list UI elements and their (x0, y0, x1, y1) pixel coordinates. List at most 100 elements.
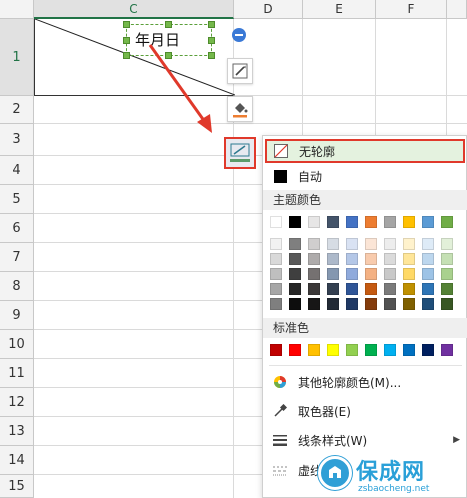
resize-handle[interactable] (208, 37, 215, 44)
theme-shade-swatch[interactable] (346, 268, 358, 280)
theme-shade-swatch[interactable] (384, 238, 396, 250)
theme-color-swatch[interactable] (270, 216, 282, 228)
theme-shade-swatch[interactable] (441, 238, 453, 250)
theme-shade-swatch[interactable] (441, 283, 453, 295)
theme-shade-swatch[interactable] (441, 298, 453, 310)
fill-button[interactable] (227, 96, 253, 122)
more-outline-colors-option[interactable]: 其他轮廓颜色(M)... (263, 370, 467, 394)
theme-shade-swatch[interactable] (327, 268, 339, 280)
row-header[interactable]: 13 (0, 417, 34, 446)
row-header[interactable]: 12 (0, 388, 34, 417)
row-header[interactable]: 14 (0, 446, 34, 475)
standard-color-swatch[interactable] (327, 344, 339, 356)
theme-color-swatch[interactable] (365, 216, 377, 228)
theme-shade-swatch[interactable] (403, 268, 415, 280)
standard-color-swatch[interactable] (308, 344, 320, 356)
row-header[interactable]: 3 (0, 124, 34, 156)
no-outline-option[interactable]: 无轮廓 (265, 139, 465, 163)
minus-circle-icon[interactable] (232, 28, 246, 42)
theme-shade-swatch[interactable] (327, 283, 339, 295)
theme-color-swatch[interactable] (403, 216, 415, 228)
standard-color-swatch[interactable] (365, 344, 377, 356)
row-header[interactable]: 11 (0, 359, 34, 388)
theme-shade-swatch[interactable] (327, 298, 339, 310)
resize-handle[interactable] (123, 52, 130, 59)
theme-shade-swatch[interactable] (327, 253, 339, 265)
theme-shade-swatch[interactable] (289, 253, 301, 265)
standard-color-swatch[interactable] (384, 344, 396, 356)
theme-shade-swatch[interactable] (308, 298, 320, 310)
resize-handle[interactable] (123, 21, 130, 28)
standard-color-swatch[interactable] (270, 344, 282, 356)
theme-shade-swatch[interactable] (289, 238, 301, 250)
theme-color-swatch[interactable] (289, 216, 301, 228)
theme-shade-swatch[interactable] (384, 298, 396, 310)
theme-shade-swatch[interactable] (346, 253, 358, 265)
row-header[interactable]: 6 (0, 214, 34, 243)
theme-color-swatch[interactable] (346, 216, 358, 228)
theme-color-swatch[interactable] (422, 216, 434, 228)
text-box-content[interactable]: 年月日 (135, 29, 180, 50)
row-header[interactable]: 7 (0, 243, 34, 272)
theme-color-swatch[interactable] (327, 216, 339, 228)
theme-shade-swatch[interactable] (365, 268, 377, 280)
column-header-f[interactable]: F (376, 0, 447, 19)
theme-shade-swatch[interactable] (289, 298, 301, 310)
theme-color-swatch[interactable] (384, 216, 396, 228)
line-style-option[interactable]: 线条样式(W) ▶ (263, 428, 467, 452)
theme-shade-swatch[interactable] (308, 253, 320, 265)
theme-shade-swatch[interactable] (270, 268, 282, 280)
row-header[interactable]: 2 (0, 96, 34, 124)
row-header[interactable]: 4 (0, 156, 34, 185)
theme-shade-swatch[interactable] (346, 238, 358, 250)
select-all-corner[interactable] (0, 0, 34, 19)
theme-shade-swatch[interactable] (403, 298, 415, 310)
theme-shade-swatch[interactable] (270, 283, 282, 295)
standard-color-swatch[interactable] (289, 344, 301, 356)
row-header[interactable]: 1 (0, 19, 34, 96)
standard-color-swatch[interactable] (441, 344, 453, 356)
standard-color-swatch[interactable] (422, 344, 434, 356)
theme-shade-swatch[interactable] (365, 283, 377, 295)
row-header[interactable]: 9 (0, 301, 34, 330)
theme-shade-swatch[interactable] (422, 238, 434, 250)
column-header-d[interactable]: D (234, 0, 303, 19)
resize-handle[interactable] (208, 21, 215, 28)
standard-color-swatch[interactable] (403, 344, 415, 356)
resize-handle[interactable] (165, 21, 172, 28)
resize-handle[interactable] (208, 52, 215, 59)
theme-shade-swatch[interactable] (422, 283, 434, 295)
theme-shade-swatch[interactable] (327, 238, 339, 250)
theme-shade-swatch[interactable] (270, 238, 282, 250)
theme-shade-swatch[interactable] (403, 253, 415, 265)
theme-shade-swatch[interactable] (270, 298, 282, 310)
theme-shade-swatch[interactable] (403, 238, 415, 250)
theme-shade-swatch[interactable] (422, 298, 434, 310)
theme-color-swatch[interactable] (308, 216, 320, 228)
theme-shade-swatch[interactable] (308, 238, 320, 250)
auto-color-option[interactable]: 自动 (263, 164, 467, 188)
row-header[interactable]: 10 (0, 330, 34, 359)
column-header-c[interactable]: C (34, 0, 234, 19)
row-header[interactable]: 8 (0, 272, 34, 301)
resize-handle[interactable] (123, 37, 130, 44)
theme-shade-swatch[interactable] (441, 268, 453, 280)
theme-shade-swatch[interactable] (441, 253, 453, 265)
column-header-e[interactable]: E (303, 0, 376, 19)
theme-shade-swatch[interactable] (308, 283, 320, 295)
theme-shade-swatch[interactable] (365, 253, 377, 265)
theme-shade-swatch[interactable] (346, 283, 358, 295)
theme-shade-swatch[interactable] (289, 283, 301, 295)
shape-outline-button[interactable] (224, 137, 256, 169)
theme-shade-swatch[interactable] (289, 268, 301, 280)
standard-color-swatch[interactable] (346, 344, 358, 356)
theme-shade-swatch[interactable] (384, 268, 396, 280)
theme-shade-swatch[interactable] (308, 268, 320, 280)
row-header[interactable]: 5 (0, 185, 34, 214)
theme-shade-swatch[interactable] (270, 253, 282, 265)
theme-shade-swatch[interactable] (384, 253, 396, 265)
edit-shape-button[interactable] (227, 58, 253, 84)
row-header[interactable]: 15 (0, 475, 34, 498)
theme-shade-swatch[interactable] (346, 298, 358, 310)
theme-shade-swatch[interactable] (422, 253, 434, 265)
